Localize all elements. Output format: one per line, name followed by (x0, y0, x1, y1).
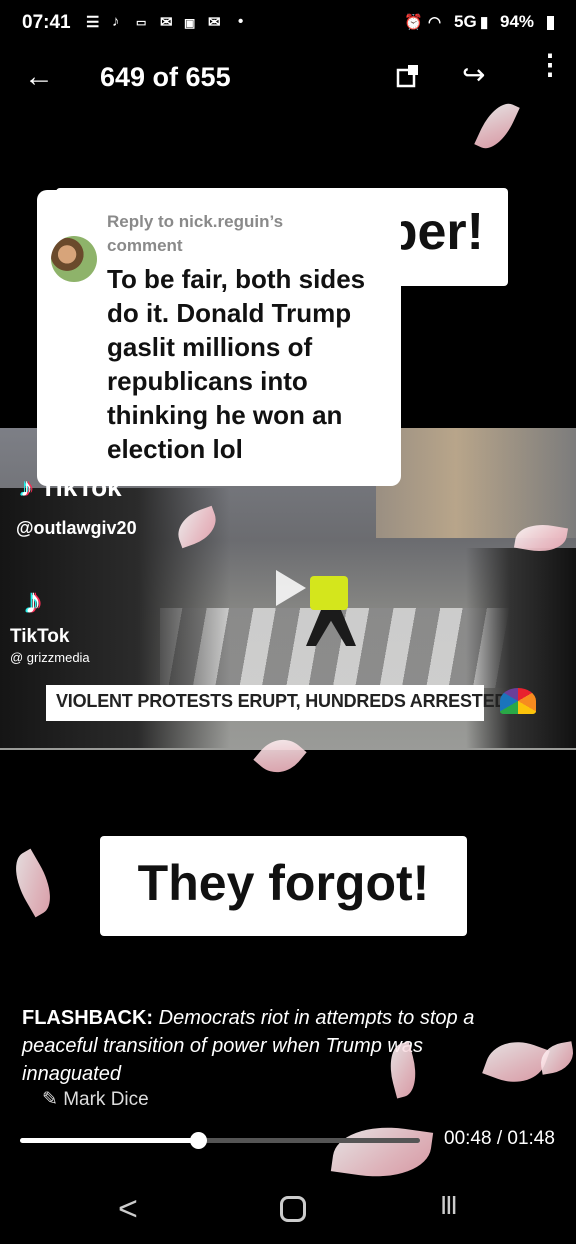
tiktok-icon: ♪ (24, 580, 42, 621)
author-name: Mark Dice (63, 1089, 149, 1110)
buildings (376, 428, 576, 538)
officer-legs (306, 610, 356, 646)
alarm-icon: ⏰ (404, 14, 423, 31)
news-headline-bar: VIOLENT PROTESTS ERUPT, HUNDREDS ARRESTE… (46, 685, 507, 721)
tiktok-handle: @outlawgiv20 (16, 518, 137, 538)
petal-decoration (4, 848, 62, 918)
reply-comment-card: Reply to nick.reguin’s comment To be fai… (37, 190, 401, 486)
petal-decoration (474, 96, 520, 156)
tiktok-icon: ♪ (20, 472, 33, 502)
progress-fill (20, 1138, 198, 1143)
tiktok-brand-2: TikTok (10, 626, 70, 647)
nav-back-button[interactable]: < (118, 1190, 138, 1229)
network-type: 5G (454, 12, 477, 31)
menu-icon: ☰ (86, 14, 100, 31)
bottom-caption-text: They forgot! (137, 855, 430, 911)
officer-vest (310, 576, 348, 610)
dot-icon: • (238, 13, 244, 30)
yahoo-icon: ▣ (184, 16, 196, 30)
play-icon[interactable] (276, 570, 306, 606)
share-icon[interactable]: ↪ (462, 58, 485, 91)
caption-flashback-label: FLASHBACK: (22, 1007, 154, 1029)
video-caption: FLASHBACK: Democrats riot in attempts to… (22, 1004, 522, 1088)
tiktok-brand: TikTok (40, 472, 122, 502)
news-headline-text: VIOLENT PROTESTS ERUPT, HUNDREDS ARRESTE… (56, 691, 508, 711)
petal-decoration (537, 1041, 576, 1075)
tiktok-watermark: ♪ TikTok (20, 472, 122, 503)
wifi-icon: ◠ (428, 14, 442, 31)
mail-icon: ✉ (208, 14, 221, 31)
comment-text: To be fair, both sides do it. Donald Tru… (107, 264, 366, 464)
more-vertical-icon[interactable]: ⋮ (536, 51, 564, 79)
battery-icon (547, 16, 554, 30)
petal-decoration (330, 1119, 434, 1185)
caption-author: ✎ Mark Dice (42, 1088, 149, 1111)
officer-figure (300, 568, 360, 648)
playback-time: 00:48 / 01:48 (444, 1128, 555, 1149)
mail-icon: ✉ (160, 14, 173, 31)
progress-thumb[interactable] (189, 1132, 207, 1149)
back-arrow-icon[interactable]: ← (24, 60, 54, 94)
pen-icon: ✎ (42, 1089, 64, 1110)
battery-percent: 94% (500, 12, 535, 31)
tiktok-handle-2: @ grizzmedia (10, 650, 90, 665)
signal-icon: ▮ (480, 14, 489, 31)
nav-recent-apps-button[interactable]: III (440, 1190, 458, 1221)
reply-label: Reply to nick.reguin’s comment (107, 212, 284, 255)
ring-icon: ▭ (136, 17, 147, 29)
status-bar: 07:41 ☰ ♪ ▭ ✉ ▣ ✉ • ⏰ ◠ 5G ▮ 94% (0, 0, 576, 46)
bottom-caption-banner: They forgot! (100, 836, 467, 936)
copy-icon[interactable] (396, 64, 418, 88)
nav-home-button[interactable] (280, 1196, 306, 1222)
video-progress-bar[interactable] (20, 1132, 420, 1149)
status-time: 07:41 (22, 12, 71, 33)
tiktok-icon: ♪ (112, 13, 120, 30)
nbc-logo-icon (500, 688, 536, 714)
avatar (51, 236, 97, 282)
media-counter: 649 of 655 (100, 62, 231, 92)
